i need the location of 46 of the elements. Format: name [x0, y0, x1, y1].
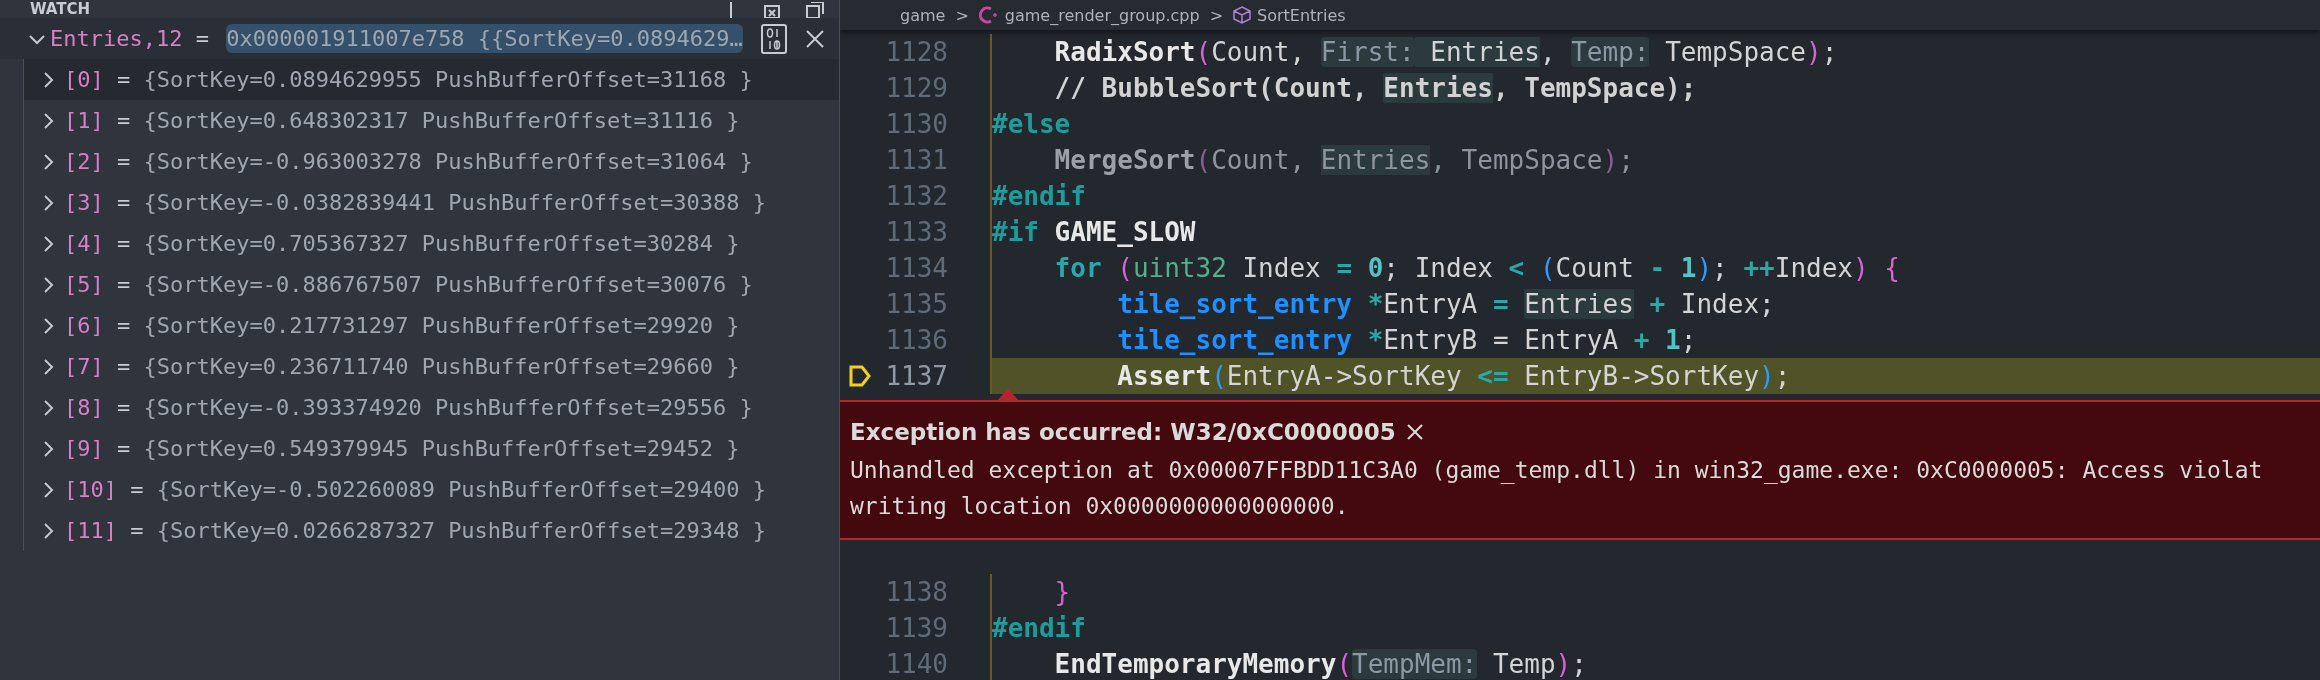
- line-number: 1130: [884, 109, 948, 139]
- panel-title: WATCH: [30, 0, 91, 18]
- exception-title: Exception has occurred: W32/0xC0000005: [850, 419, 1396, 445]
- code-line: #endif: [990, 610, 2320, 646]
- line-number: 1139: [884, 613, 948, 643]
- watch-row[interactable]: [8] = {SortKey=-0.393374920 PushBufferOffset=29556 }: [24, 387, 839, 428]
- line-number: 1140: [884, 649, 948, 679]
- line-number: 1131: [884, 145, 948, 175]
- watch-row[interactable]: [5] = {SortKey=-0.886767507 PushBufferOffset=30076 }: [24, 264, 839, 305]
- line-number: 1135: [884, 289, 948, 319]
- watch-row[interactable]: [0] = {SortKey=0.0894629955 PushBufferOffset=31168 }: [24, 59, 839, 100]
- code-line: MergeSort(Count, Entries, TempSpace);: [990, 142, 2320, 178]
- code-line: #endif: [990, 178, 2320, 214]
- line-number: 1129: [884, 73, 948, 103]
- watch-row[interactable]: [7] = {SortKey=0.236711740 PushBufferOffset=29660 }: [24, 346, 839, 387]
- watch-row[interactable]: [3] = {SortKey=-0.0382839441 PushBufferOffset=30388 }: [24, 182, 839, 223]
- code-line: #else: [990, 106, 2320, 142]
- exception-message: writing location 0x0000000000000000.: [850, 492, 1350, 521]
- code-line: // BubbleSort(Count, Entries, TempSpace);: [990, 70, 2320, 106]
- watch-row[interactable]: [10] = {SortKey=-0.502260089 PushBufferOffset=29400 }: [24, 469, 839, 510]
- line-number: 1136: [884, 325, 948, 355]
- watch-row[interactable]: [6] = {SortKey=0.217731297 PushBufferOffset=29920 }: [24, 305, 839, 346]
- breadcrumb-item[interactable]: SortEntries: [1233, 5, 1346, 25]
- code-line: #if GAME_SLOW: [990, 214, 2320, 250]
- watch-row[interactable]: [1] = {SortKey=0.648302317 PushBufferOffset=31116 }: [24, 100, 839, 141]
- watch-row[interactable]: [4] = {SortKey=0.705367327 PushBufferOffset=30284 }: [24, 223, 839, 264]
- code-line: tile_sort_entry *EntryA = Entries + Index;: [990, 286, 2320, 322]
- line-number: 1138: [884, 577, 948, 607]
- breadcrumb-item[interactable]: game: [900, 5, 946, 25]
- watch-expression[interactable]: Entries,12 =: [50, 26, 223, 51]
- code-line: EndTemporaryMemory(TempMem: Temp);: [990, 646, 2320, 680]
- code-line: for (uint32 Index = 0; Index < (Count - 1); ++Index) {: [990, 250, 2320, 286]
- line-number: 1133: [884, 217, 948, 247]
- breadcrumb-separator: >: [1209, 5, 1224, 25]
- code-line: RadixSort(Count, First: Entries, Temp: TempSpace);: [990, 34, 2320, 70]
- line-number: 1128: [884, 37, 948, 67]
- line-number: 1132: [884, 181, 948, 211]
- code-line: }: [990, 574, 2320, 610]
- watch-row[interactable]: [11] = {SortKey=0.0266287327 PushBufferOffset=29348 }: [24, 510, 839, 551]
- watch-row[interactable]: [9] = {SortKey=0.549379945 PushBufferOffset=29452 }: [24, 428, 839, 469]
- exception-message: Unhandled exception at 0x00007FFBDD11C3A0 (game_temp.dll) in win32_game.exe: 0xC0000005: Access violat: [850, 456, 2264, 486]
- breadcrumb-separator: >: [955, 5, 969, 25]
- line-number: 1137: [884, 361, 948, 391]
- breadcrumb-item[interactable]: game_render_group.cpp: [978, 5, 1200, 25]
- line-number: 1134: [884, 253, 948, 283]
- watch-row[interactable]: [2] = {SortKey=-0.963003278 PushBufferOffset=31064 }: [24, 141, 839, 182]
